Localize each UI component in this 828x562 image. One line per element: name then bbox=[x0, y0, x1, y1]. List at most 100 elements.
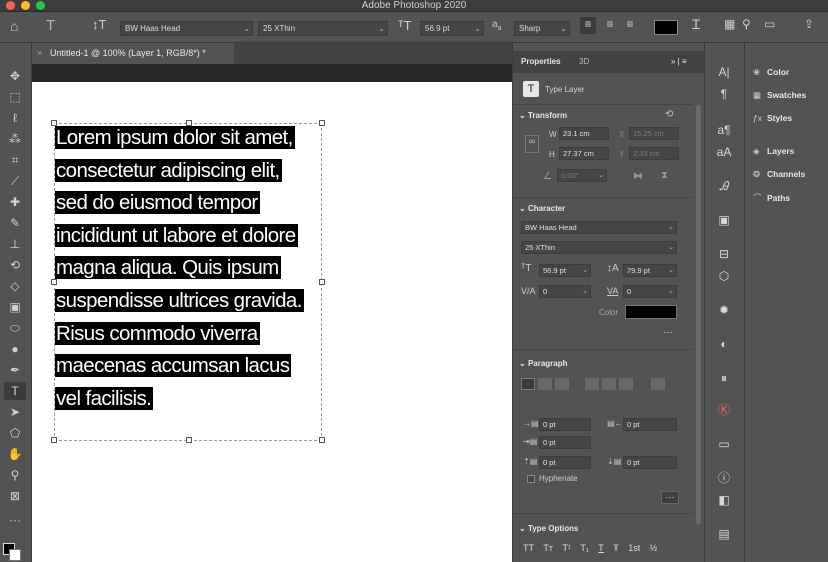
indent-right-field[interactable]: 0 pt bbox=[623, 418, 677, 431]
link-icon[interactable]: ∞ bbox=[525, 135, 539, 153]
path-selection-tool-icon[interactable]: ➤ bbox=[4, 403, 26, 421]
height-field[interactable]: 27.37 cm bbox=[559, 147, 609, 160]
paragraph-panel-icon[interactable]: ¶ bbox=[713, 85, 735, 103]
panel-item-styles[interactable]: ƒx Styles bbox=[753, 113, 792, 123]
move-tool-icon[interactable]: ✥ bbox=[4, 67, 26, 85]
document-canvas[interactable]: Lorem ipsum dolor sit amet, consectetur … bbox=[32, 82, 512, 562]
panel-item-color[interactable]: ❀ Color bbox=[753, 67, 789, 78]
transform-handle[interactable] bbox=[186, 120, 192, 126]
healing-brush-tool-icon[interactable]: ✚ bbox=[4, 193, 26, 211]
align-right-icon[interactable]: ≡ bbox=[622, 17, 638, 31]
character-panel-icon[interactable]: A| bbox=[713, 63, 735, 81]
eraser-tool-icon[interactable]: ◇ bbox=[4, 277, 26, 295]
character-section-header[interactable]: ⌄ Character bbox=[519, 204, 565, 213]
canvas-area[interactable]: Lorem ipsum dolor sit amet, consectetur … bbox=[32, 64, 512, 562]
character-font-style-select[interactable]: 25 XThin ⌄ bbox=[521, 241, 677, 254]
indent-first-line-field[interactable]: 0 pt bbox=[539, 436, 591, 449]
align-left-icon[interactable]: ≡ bbox=[580, 17, 596, 34]
transform-handle[interactable] bbox=[186, 437, 192, 443]
transform-handle[interactable] bbox=[51, 437, 57, 443]
panel-item-layers[interactable]: ◈ Layers bbox=[753, 146, 794, 157]
hyphenate-checkbox[interactable] bbox=[527, 475, 535, 483]
tab-properties[interactable]: Properties bbox=[521, 51, 561, 73]
navigator-icon[interactable]: ◧ bbox=[713, 491, 735, 509]
magic-wand-tool-icon[interactable]: ⁂ bbox=[4, 130, 26, 148]
font-style-select[interactable]: 25 XThin ⌄ bbox=[258, 21, 388, 36]
justify-right-button[interactable] bbox=[619, 378, 633, 390]
frame-tool-icon[interactable]: ⊠ bbox=[4, 487, 26, 505]
panel-item-channels[interactable]: ❂ Channels bbox=[753, 169, 805, 180]
eyedropper-tool-icon[interactable]: ⟋ bbox=[4, 172, 26, 190]
share-icon[interactable]: ⇪ bbox=[804, 17, 814, 31]
transform-handle[interactable] bbox=[51, 120, 57, 126]
adjustments-icon[interactable]: ⊟ bbox=[713, 245, 735, 263]
panel-menu-icon[interactable]: » | ≡ bbox=[671, 51, 687, 73]
width-field[interactable]: 23.1 cm bbox=[559, 127, 609, 140]
x-field[interactable]: 15.25 cm bbox=[629, 127, 679, 140]
ordinals-button[interactable]: 1st bbox=[628, 543, 640, 553]
space-after-field[interactable]: 0 pt bbox=[623, 456, 677, 469]
libraries-icon[interactable]: ▣ bbox=[713, 211, 735, 229]
transform-handle[interactable] bbox=[51, 279, 57, 285]
transform-handle[interactable] bbox=[319, 120, 325, 126]
panel-item-paths[interactable]: ⌒ Paths bbox=[753, 192, 790, 204]
character-font-family-select[interactable]: BW Haas Head ⌄ bbox=[521, 221, 677, 234]
paragraph-styles-icon[interactable]: a¶ bbox=[713, 121, 735, 139]
close-tab-icon[interactable]: × bbox=[37, 43, 42, 64]
justify-center-button[interactable] bbox=[602, 378, 616, 390]
timeline-icon[interactable]: ⏸ bbox=[713, 369, 735, 387]
flip-vertical-icon[interactable]: ⧗ bbox=[661, 170, 668, 181]
crop-tool-icon[interactable]: ⌗ bbox=[4, 151, 26, 169]
transform-handle[interactable] bbox=[319, 437, 325, 443]
flip-horizontal-icon[interactable]: ⧓ bbox=[633, 171, 643, 182]
kerning-field[interactable]: 0 ⌄ bbox=[539, 285, 591, 298]
brushes-icon[interactable]: ✹ bbox=[713, 301, 735, 319]
tracking-field[interactable]: 0 ⌄ bbox=[623, 285, 677, 298]
shape-tool-icon[interactable]: ⬠ bbox=[4, 424, 26, 442]
character-panel-icon[interactable]: ▦ bbox=[724, 17, 735, 31]
3d-panel-icon[interactable]: ⬡ bbox=[713, 267, 735, 285]
leading-field[interactable]: 79.9 pt ⌄ bbox=[623, 264, 677, 277]
justify-left-button[interactable] bbox=[585, 378, 599, 390]
character-color-swatch[interactable] bbox=[625, 305, 677, 319]
swatch-wheel-icon[interactable]: ◐ bbox=[713, 335, 735, 353]
glyphs-icon[interactable]: Ꭿ bbox=[713, 177, 735, 195]
marquee-tool-icon[interactable]: ⬚ bbox=[4, 88, 26, 106]
align-center-button[interactable] bbox=[538, 378, 552, 390]
hand-tool-icon[interactable]: ✋ bbox=[4, 445, 26, 463]
reset-transform-icon[interactable]: ⟲ bbox=[665, 109, 673, 120]
paragraph-more-options-button[interactable]: ··· bbox=[661, 491, 679, 504]
more-tools-icon[interactable]: ··· bbox=[4, 511, 26, 529]
font-family-select[interactable]: BW Haas Head ⌄ bbox=[120, 21, 253, 36]
transform-handle[interactable] bbox=[319, 279, 325, 285]
fractions-button[interactable]: ½ bbox=[650, 543, 658, 553]
type-options-section-header[interactable]: ⌄ Type Options bbox=[519, 524, 578, 533]
subscript-button[interactable]: T₁ bbox=[580, 543, 589, 553]
character-size-field[interactable]: 56.9 pt ⌄ bbox=[539, 264, 591, 277]
workspace-icon[interactable]: ▭ bbox=[764, 17, 775, 31]
angle-field[interactable]: 0.00° ⌄ bbox=[557, 169, 607, 182]
search-icon[interactable]: ⚲ bbox=[742, 17, 751, 31]
space-before-field[interactable]: 0 pt bbox=[539, 456, 591, 469]
properties-scrollbar[interactable] bbox=[696, 105, 701, 525]
gradients-icon[interactable]: ▤ bbox=[713, 525, 735, 543]
blur-tool-icon[interactable]: ⬭ bbox=[4, 319, 26, 337]
pen-tool-icon[interactable]: ✒ bbox=[4, 361, 26, 379]
indent-left-field[interactable]: 0 pt bbox=[539, 418, 591, 431]
panel-item-swatches[interactable]: ▦ Swatches bbox=[753, 90, 806, 101]
document-tab[interactable]: × Untitled-1 @ 100% (Layer 1, RGB/8*) * bbox=[32, 43, 234, 64]
antialias-select[interactable]: Sharp ⌄ bbox=[514, 21, 570, 36]
toggle-orientation-icon[interactable]: ↕T bbox=[92, 17, 106, 32]
dodge-tool-icon[interactable]: ● bbox=[4, 340, 26, 358]
brush-tool-icon[interactable]: ✎ bbox=[4, 214, 26, 232]
underline-button[interactable]: T bbox=[598, 543, 604, 553]
strikethrough-button[interactable]: Ŧ bbox=[613, 543, 619, 553]
align-left-button[interactable] bbox=[521, 378, 535, 390]
tab-3d[interactable]: 3D bbox=[579, 51, 589, 73]
align-right-button[interactable] bbox=[555, 378, 569, 390]
history-brush-tool-icon[interactable]: ⟲ bbox=[4, 256, 26, 274]
home-icon[interactable]: ⌂ bbox=[10, 18, 18, 34]
small-caps-button[interactable]: Tт bbox=[543, 543, 553, 553]
text-color-swatch[interactable] bbox=[654, 20, 678, 35]
background-color-swatch[interactable] bbox=[9, 549, 21, 561]
